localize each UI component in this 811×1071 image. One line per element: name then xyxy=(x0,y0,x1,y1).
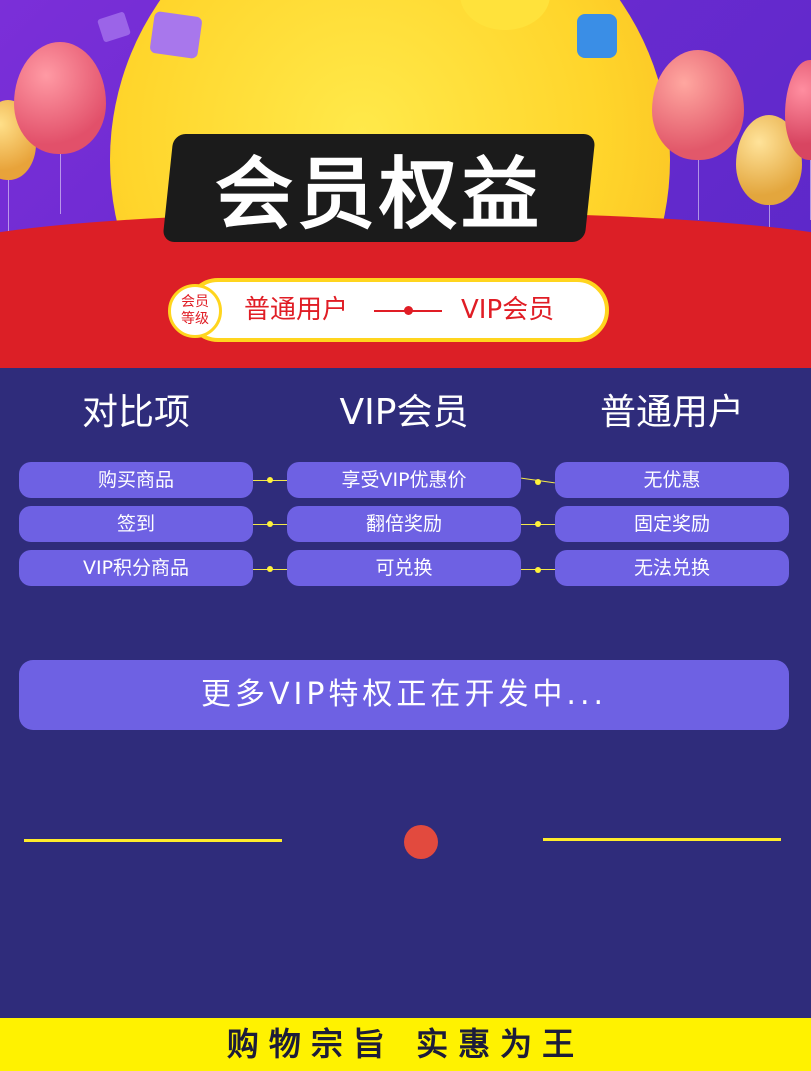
row3-item: VIP积分商品 xyxy=(19,550,253,586)
divider-dot xyxy=(404,825,438,859)
gift-box-icon xyxy=(96,11,132,43)
divider-right xyxy=(543,838,781,841)
row2-normal: 固定奖励 xyxy=(555,506,789,542)
divider-left xyxy=(24,839,282,842)
level-vip: VIP会员 xyxy=(461,295,555,325)
connector-dot xyxy=(535,567,541,573)
connector-dot xyxy=(267,477,273,483)
more-privileges-button[interactable]: 更多VIP特权正在开发中... xyxy=(19,660,789,730)
row3-vip: 可兑换 xyxy=(287,550,521,586)
row1-item: 购买商品 xyxy=(19,462,253,498)
header-vip: VIP会员 xyxy=(339,392,469,433)
connector-dot xyxy=(267,566,273,572)
header-compare-item: 对比项 xyxy=(81,392,190,433)
header-normal-user: 普通用户 xyxy=(599,392,744,433)
level-connector-dot xyxy=(404,306,413,315)
level-badge-bottom: 等级 xyxy=(181,311,209,327)
level-badge-top: 会员 xyxy=(181,294,209,310)
row2-item: 签到 xyxy=(19,506,253,542)
level-badge: 会员 等级 xyxy=(168,284,222,338)
balloon-icon xyxy=(652,50,744,220)
footer-slogan: 购物宗旨 实惠为王 xyxy=(0,1018,811,1071)
connector-dot xyxy=(267,521,273,527)
handbag-icon xyxy=(149,10,203,60)
magnet-icon xyxy=(577,14,617,58)
balloon-icon xyxy=(14,42,106,214)
page-title: 会员权益 xyxy=(214,150,543,240)
connector-dot xyxy=(535,479,541,485)
row1-normal: 无优惠 xyxy=(555,462,789,498)
connector-dot xyxy=(535,521,541,527)
row3-normal: 无法兑换 xyxy=(555,550,789,586)
row2-vip: 翻倍奖励 xyxy=(287,506,521,542)
level-normal-user: 普通用户 xyxy=(244,295,349,325)
row1-vip: 享受VIP优惠价 xyxy=(287,462,521,498)
